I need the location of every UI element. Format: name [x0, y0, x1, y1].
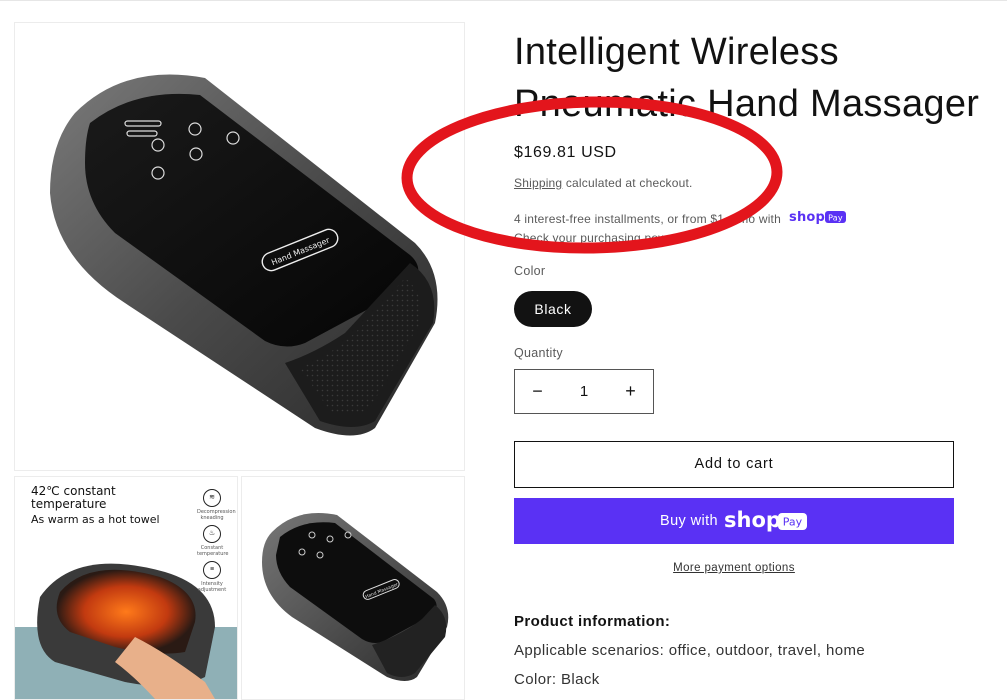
quantity-label: Quantity: [514, 346, 563, 360]
description-color: Color: Black: [514, 671, 600, 688]
shoppay-button-badge: Pay: [783, 516, 803, 529]
shoppay-button-word: shop: [724, 510, 781, 532]
buy-with-label: Buy with: [660, 513, 718, 529]
hand-massager-illustration: Hand Massager: [50, 74, 438, 436]
installments-mo-text: /mo with: [734, 212, 781, 226]
color-option-black[interactable]: Black: [514, 291, 592, 327]
kneading-caption: Decompression kneading: [197, 509, 236, 521]
shoppay-logo-badge: Pay: [828, 214, 843, 223]
color-label: Color: [514, 264, 546, 278]
main-product-image[interactable]: Hand Massager: [14, 22, 465, 471]
kneading-icon: ≋: [203, 489, 221, 507]
description-scenarios: Applicable scenarios: office, outdoor, t…: [514, 642, 866, 659]
quantity-increase-button[interactable]: +: [608, 370, 653, 413]
buy-with-shoppay-button[interactable]: Buy with shop Pay: [514, 498, 954, 544]
shoppay-button-logo-icon: shop Pay: [724, 510, 807, 532]
shoppay-logo-icon: shop Pay: [789, 210, 847, 229]
installments-text: 4 interest-free installments, or from $1: [514, 212, 725, 226]
check-purchasing-power-link[interactable]: Check your purchasing pow: [514, 231, 667, 245]
thumbnail-device[interactable]: Hand Massager: [241, 476, 465, 700]
temperature-subheading: As warm as a hot towel: [31, 513, 160, 526]
shoppay-logo-word: shop: [789, 210, 825, 224]
thermometer-icon: ♨: [203, 525, 221, 543]
hand-massager-small-illustration: Hand Massager: [262, 513, 449, 681]
shipping-link[interactable]: Shipping: [514, 176, 562, 190]
installments-note: 4 interest-free installments, or from $1…: [514, 210, 934, 247]
shipping-note: Shipping calculated at checkout.: [514, 176, 693, 190]
thumbnail-temperature[interactable]: 42℃ constant temperature As warm as a ho…: [14, 476, 238, 700]
quantity-input[interactable]: 1: [560, 370, 608, 413]
temperature-heading-line2: temperature: [31, 497, 107, 511]
temperature-heading: 42℃ constant temperature: [31, 485, 116, 511]
intensity-icon: ≡: [203, 561, 221, 579]
product-price: $169.81 USD: [514, 144, 617, 161]
description-heading: Product information:: [514, 613, 671, 630]
more-payment-options-link[interactable]: More payment options: [514, 562, 954, 574]
quantity-stepper: − 1 +: [514, 369, 654, 414]
add-to-cart-button[interactable]: Add to cart: [514, 441, 954, 488]
top-divider: [0, 0, 1007, 1]
quantity-decrease-button[interactable]: −: [515, 370, 560, 413]
shipping-note-text: calculated at checkout.: [565, 176, 693, 190]
intensity-caption: Intensity adjustment: [197, 581, 227, 593]
temperature-caption: Constant temperature: [197, 545, 229, 557]
product-title: Intelligent Wireless Pneumatic Hand Mass…: [514, 31, 980, 125]
product-description: Product information: Applicable scenario…: [514, 607, 984, 694]
feature-icons: ≋ Decompression kneading ♨ Constant temp…: [197, 489, 236, 597]
